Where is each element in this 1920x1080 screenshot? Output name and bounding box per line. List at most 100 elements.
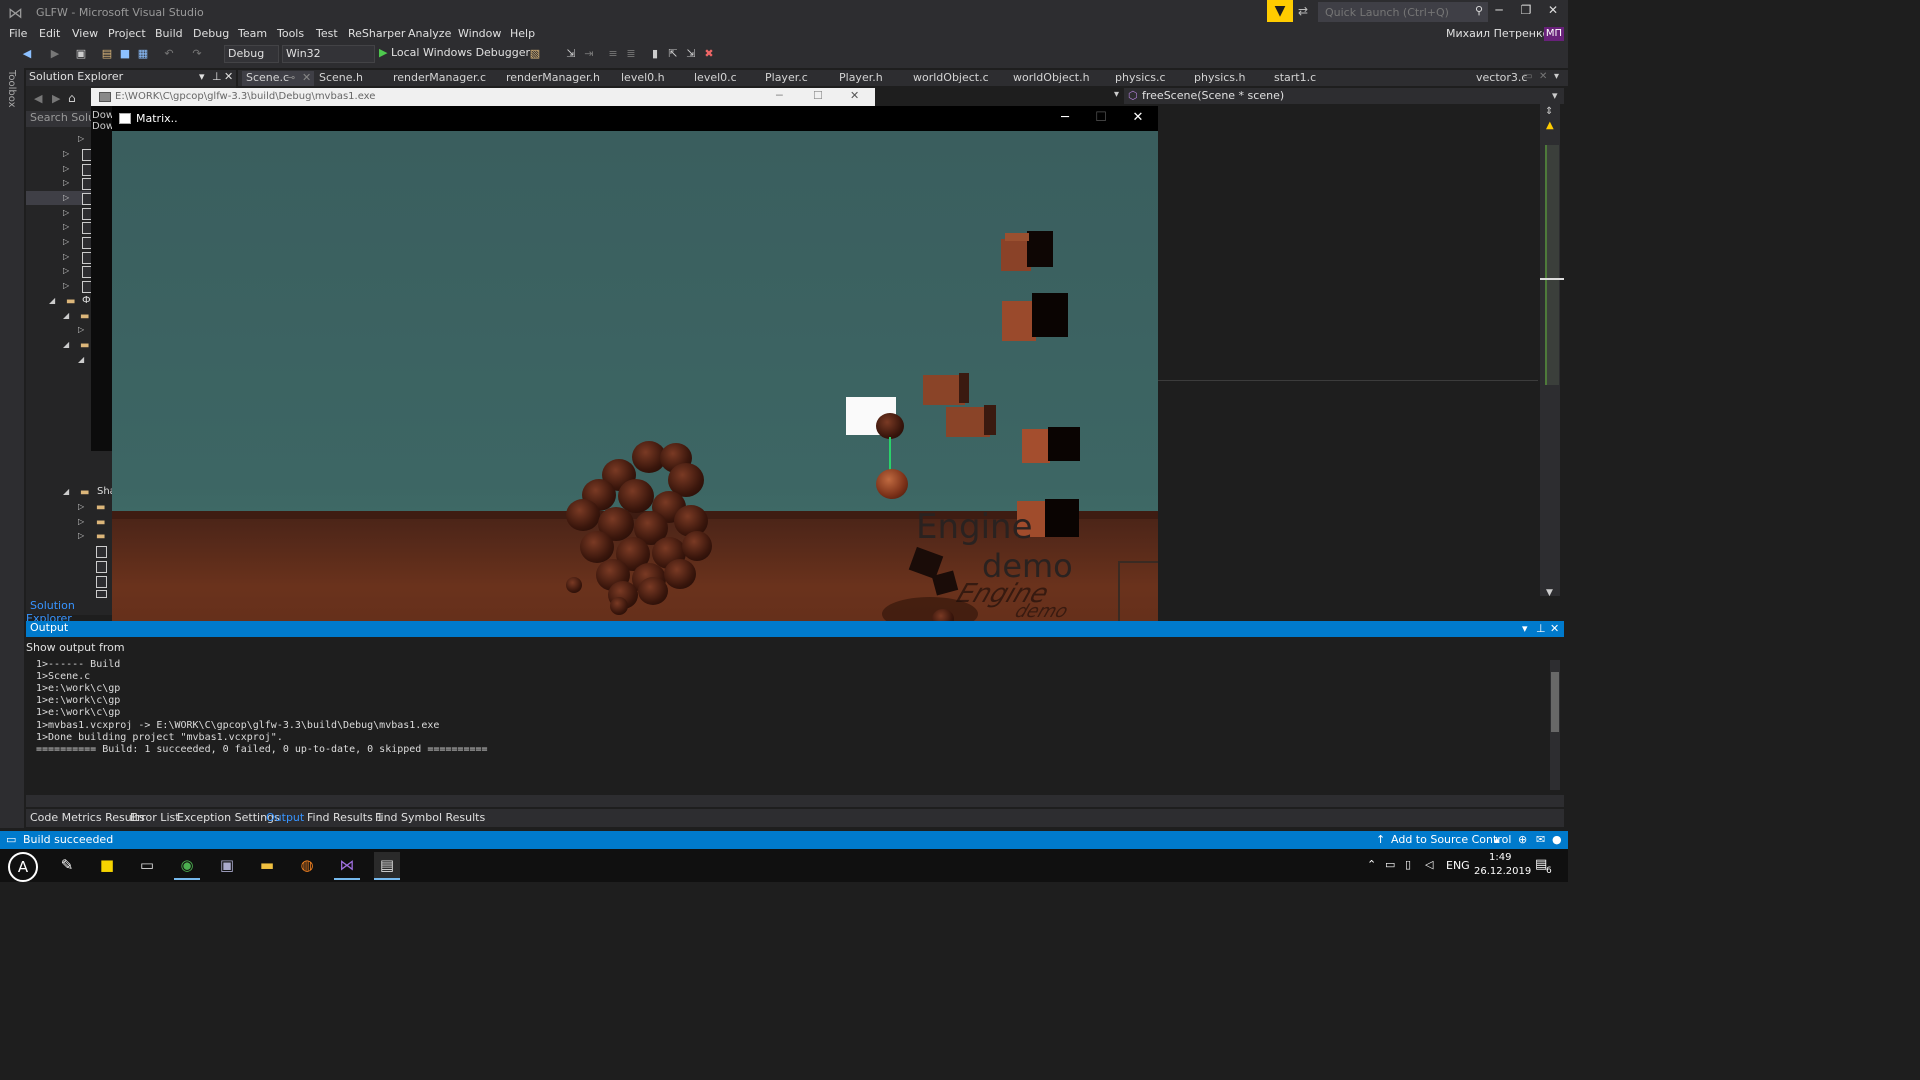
tree-expand-icon[interactable]: ▷ xyxy=(63,252,69,261)
tab-worldobject-c[interactable]: worldObject.c xyxy=(913,71,989,86)
chevron-down-icon[interactable]: ▾ xyxy=(199,70,205,83)
tab-output[interactable]: Output xyxy=(266,811,304,824)
terminal-icon[interactable]: ▭ xyxy=(134,852,160,878)
menu-project[interactable]: Project xyxy=(108,27,146,40)
run-debugger-button[interactable]: ▶ Local Windows Debugger xyxy=(379,46,530,59)
volume-icon[interactable]: ◁ xyxy=(1425,858,1433,871)
toolbox-tab[interactable]: Toolbox xyxy=(6,70,17,108)
menu-window[interactable]: Window xyxy=(458,27,501,40)
chevron-up-icon[interactable]: ⌃ xyxy=(1367,858,1376,871)
menu-test[interactable]: Test xyxy=(316,27,338,40)
step-over-icon[interactable]: ⇥ xyxy=(582,47,596,61)
prev-bookmark-icon[interactable]: ⇱ xyxy=(666,47,680,61)
menu-analyze[interactable]: Analyze xyxy=(408,27,451,40)
forward-icon[interactable]: ▶ xyxy=(48,47,62,61)
menu-help[interactable]: Help xyxy=(510,27,535,40)
avatar[interactable]: МП xyxy=(1544,27,1564,41)
window-app-icon[interactable]: ▣ xyxy=(214,852,240,878)
tree-expand-icon[interactable]: ▷ xyxy=(78,325,84,334)
filter-icon[interactable]: ▼ xyxy=(1267,0,1293,22)
tab-physics-h[interactable]: physics.h xyxy=(1194,71,1246,86)
solution-explorer-tab[interactable]: Solution Explorer xyxy=(26,599,110,625)
battery-icon[interactable]: ▭ xyxy=(1385,858,1395,871)
se-back-icon[interactable]: ◀ xyxy=(34,92,42,105)
browse-icon[interactable]: ▧ xyxy=(528,47,542,61)
pen-icon[interactable]: ✎ xyxy=(54,852,80,878)
menu-file[interactable]: File xyxy=(9,27,27,40)
tree-collapse-icon[interactable]: ◢ xyxy=(49,296,55,305)
open-file-icon[interactable]: ▤ xyxy=(100,47,114,61)
tree-expand-icon[interactable]: ▷ xyxy=(63,281,69,290)
restore-button[interactable]: ❐ xyxy=(1514,3,1538,21)
tab-rendermanager-h[interactable]: renderManager.h xyxy=(506,71,600,86)
tab-find-symbol-results[interactable]: Find Symbol Results xyxy=(375,811,485,824)
outdent-icon[interactable]: ≣ xyxy=(624,47,638,61)
platform-select[interactable]: Win32 xyxy=(282,45,375,63)
clock-date[interactable]: 26.12.2019 xyxy=(1474,866,1531,877)
tab-rendermanager-c[interactable]: renderManager.c xyxy=(393,71,486,86)
new-project-icon[interactable]: ▣ xyxy=(74,47,88,61)
configuration-select[interactable]: Debug xyxy=(224,45,279,63)
chevron-up-icon[interactable]: ▴ xyxy=(1494,833,1500,846)
tab-exception-settings[interactable]: Exception Settings xyxy=(177,811,280,824)
search-icon[interactable]: ⚲ xyxy=(1475,4,1483,17)
menu-team[interactable]: Team xyxy=(238,27,267,40)
file-explorer-icon[interactable]: ▬ xyxy=(254,852,280,878)
feedback-icon[interactable]: ⇄ xyxy=(1298,4,1308,18)
tab-level0-c[interactable]: level0.c xyxy=(694,71,737,86)
navigation-bar[interactable]: ⬡ freeScene(Scene * scene) ▾ xyxy=(1124,88,1564,104)
game-window-titlebar[interactable] xyxy=(112,106,1158,131)
tree-expand-icon[interactable]: ▷ xyxy=(63,266,69,275)
tree-expand-icon[interactable]: ▷ xyxy=(78,134,84,143)
tree-expand-icon[interactable]: ▷ xyxy=(63,237,69,246)
close-icon[interactable]: ✕ xyxy=(224,70,233,83)
save-all-icon[interactable]: ▦ xyxy=(136,47,150,61)
minimize-button[interactable]: ─ xyxy=(1487,3,1511,21)
chevron-down-icon[interactable]: ▾ xyxy=(1552,89,1558,102)
network-icon[interactable]: ▯ xyxy=(1405,858,1411,871)
output-horizontal-scrollbar[interactable] xyxy=(26,795,1564,807)
redo-icon[interactable]: ↷ xyxy=(190,47,204,61)
se-forward-icon[interactable]: ▶ xyxy=(52,92,60,105)
pin-icon[interactable]: ⊸ xyxy=(286,71,295,84)
clock-time[interactable]: 1:49 xyxy=(1489,852,1511,863)
menu-debug[interactable]: Debug xyxy=(193,27,229,40)
back-icon[interactable]: ◀ xyxy=(20,47,34,61)
tree-expand-icon[interactable]: ▷ xyxy=(63,193,69,202)
game-window-icon[interactable]: ▤ xyxy=(374,852,400,880)
tab-scene-h[interactable]: Scene.h xyxy=(319,71,363,86)
pin-icon[interactable]: ▭ xyxy=(1523,71,1532,82)
tree-expand-icon[interactable]: ▷ xyxy=(63,208,69,217)
home-icon[interactable]: ⌂ xyxy=(68,91,76,105)
pin-icon[interactable]: ⊥ xyxy=(1536,622,1546,635)
tree-expand-icon[interactable]: ▷ xyxy=(78,531,84,540)
chevron-down-icon[interactable]: ▼ xyxy=(1546,588,1553,598)
tree-expand-icon[interactable]: ▷ xyxy=(63,178,69,187)
function-dropdown[interactable]: freeScene(Scene * scene) xyxy=(1142,89,1284,102)
split-icon[interactable]: ⇕ xyxy=(1545,106,1553,117)
chevron-down-icon[interactable]: ▾ xyxy=(1114,89,1119,100)
warning-icon[interactable]: ▲ xyxy=(1546,120,1554,131)
tab-worldobject-h[interactable]: worldObject.h xyxy=(1013,71,1090,86)
close-icon[interactable]: ✕ xyxy=(1550,622,1559,635)
download-icon[interactable]: ⊕ xyxy=(1518,833,1527,846)
close-icon[interactable]: ✕ xyxy=(1539,71,1547,82)
maximize-button[interactable]: ☐ xyxy=(1091,110,1111,125)
quick-launch-box[interactable]: ⚲ xyxy=(1318,2,1488,22)
start-button-icon[interactable]: A xyxy=(8,852,38,882)
tree-collapse-icon[interactable]: ◢ xyxy=(63,487,69,496)
tree-collapse-icon[interactable]: ◢ xyxy=(63,311,69,320)
clear-bookmarks-icon[interactable]: ✖ xyxy=(702,47,716,61)
tab-scene-c[interactable]: Scene.c ⊸ ✕ xyxy=(242,71,314,86)
tree-expand-icon[interactable]: ▷ xyxy=(78,517,84,526)
tab-start1-c[interactable]: start1.c xyxy=(1274,71,1316,86)
tree-expand-icon[interactable]: ▷ xyxy=(78,502,84,511)
tab-physics-c[interactable]: physics.c xyxy=(1115,71,1166,86)
tree-collapse-icon[interactable]: ◢ xyxy=(78,355,84,364)
output-scroll-thumb[interactable] xyxy=(1551,672,1559,732)
step-icon[interactable]: ⇲ xyxy=(564,47,578,61)
tree-folder-label[interactable]: Ф xyxy=(82,295,91,306)
tab-find-results-1[interactable]: Find Results 1 xyxy=(307,811,383,824)
pin-icon[interactable]: ⊥ xyxy=(212,70,222,83)
menu-edit[interactable]: Edit xyxy=(39,27,60,40)
